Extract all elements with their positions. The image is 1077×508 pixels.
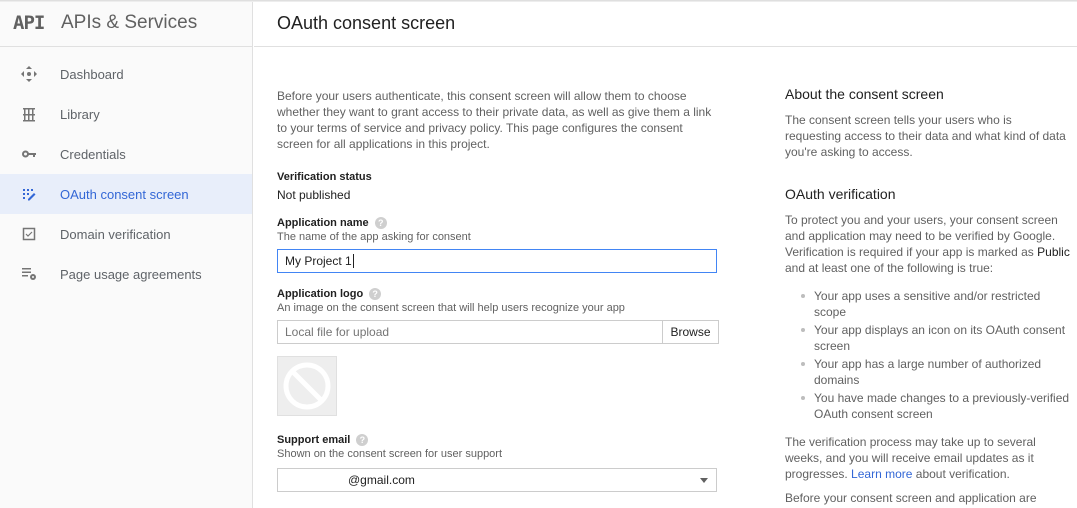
- text-cursor: [352, 254, 354, 268]
- sidebar-item-credentials[interactable]: Credentials: [0, 134, 252, 174]
- support-email-select[interactable]: @gmail.com: [277, 468, 717, 492]
- list-settings-icon: [0, 266, 60, 282]
- main-header: OAuth consent screen: [254, 0, 1077, 47]
- consent-icon: [0, 186, 60, 202]
- learn-more-link[interactable]: Learn more: [851, 467, 912, 481]
- consent-form: Before your users authenticate, this con…: [277, 88, 722, 492]
- logo-file-input[interactable]: Local file for upload: [277, 320, 663, 344]
- top-shadow: [0, 0, 1077, 2]
- verification-title: OAuth verification: [785, 186, 896, 202]
- help-icon[interactable]: ?: [369, 288, 382, 300]
- checkbox-icon: [0, 226, 60, 242]
- sidebar-item-oauth-consent-screen[interactable]: OAuth consent screen: [0, 174, 252, 214]
- application-name-value: My Project 1: [285, 254, 352, 268]
- support-email-value: @gmail.com: [348, 473, 415, 487]
- logo-preview: [277, 356, 337, 416]
- help-icon[interactable]: ?: [374, 217, 387, 229]
- sidebar-item-domain-verification[interactable]: Domain verification: [0, 214, 252, 254]
- about-title: About the consent screen: [785, 86, 944, 102]
- sidebar-item-label: Domain verification: [60, 226, 171, 242]
- public-emphasis: Public: [1037, 245, 1070, 259]
- support-email-label: Support email?: [277, 434, 722, 446]
- sidebar-item-label: Library: [60, 106, 100, 122]
- sidebar-item-label: Credentials: [60, 146, 126, 162]
- sidebar-item-label: Dashboard: [60, 66, 124, 82]
- sidebar-item-label: Page usage agreements: [60, 266, 202, 282]
- api-logo: API: [13, 12, 45, 34]
- info-panel: About the consent screen The consent scr…: [785, 86, 1070, 506]
- verification-criteria-list: Your app uses a sensitive and/or restric…: [785, 288, 1070, 422]
- support-email-section: Support email? Shown on the consent scre…: [277, 434, 722, 492]
- verification-status-value: Not published: [277, 188, 351, 202]
- sidebar-nav: Dashboard Library Credentials OAuth cons…: [0, 54, 252, 294]
- browse-button[interactable]: Browse: [663, 320, 719, 344]
- verification-text: To protect you and your users, your cons…: [785, 212, 1070, 276]
- list-item: Your app displays an icon on its OAuth c…: [801, 322, 1070, 354]
- logo-file-row: Local file for upload Browse: [277, 320, 719, 344]
- list-item: Your app has a large number of authorize…: [801, 356, 1070, 388]
- before-text: Before your consent screen and applicati…: [785, 491, 1037, 505]
- no-image-icon: [283, 362, 331, 410]
- application-logo-label-text: Application logo: [277, 288, 364, 300]
- support-email-label-text: Support email: [277, 434, 351, 446]
- list-item: Your app uses a sensitive and/or restric…: [801, 288, 1070, 320]
- sidebar-item-page-usage-agreements[interactable]: Page usage agreements: [0, 254, 252, 294]
- process-text: The verification process may take up to …: [785, 434, 1070, 482]
- sidebar-title: APIs & Services: [61, 12, 198, 33]
- verification-status-label-text: Verification status: [277, 171, 372, 183]
- verification-status-label: Verification status: [277, 171, 722, 183]
- application-name-label-text: Application name: [277, 217, 369, 229]
- key-icon: [0, 146, 60, 162]
- dashboard-icon: [0, 66, 60, 82]
- intro-text: Before your users authenticate, this con…: [277, 89, 712, 151]
- about-text: The consent screen tells your users who …: [785, 113, 1066, 159]
- application-logo-label: Application logo?: [277, 288, 722, 300]
- application-name-sub: The name of the app asking for consent: [277, 231, 471, 243]
- verification-text-2: and at least one of the following is tru…: [785, 261, 994, 275]
- support-email-sub: Shown on the consent screen for user sup…: [277, 448, 503, 460]
- sidebar: API APIs & Services Dashboard Library Cr…: [0, 0, 253, 508]
- page-title: OAuth consent screen: [277, 12, 456, 33]
- help-icon[interactable]: ?: [356, 434, 369, 446]
- sidebar-item-library[interactable]: Library: [0, 94, 252, 134]
- application-logo-sub: An image on the consent screen that will…: [277, 302, 625, 314]
- library-icon: [0, 106, 60, 122]
- verification-text-1: To protect you and your users, your cons…: [785, 213, 1058, 259]
- list-item: You have made changes to a previously-ve…: [801, 390, 1070, 422]
- application-name-label: Application name?: [277, 217, 722, 229]
- application-logo-section: Application logo? An image on the consen…: [277, 288, 722, 416]
- dropdown-arrow-icon: [700, 478, 708, 483]
- sidebar-item-label: OAuth consent screen: [60, 186, 189, 202]
- application-name-input[interactable]: My Project 1: [277, 249, 717, 273]
- sidebar-header: API APIs & Services: [0, 0, 252, 47]
- process-text-2: about verification.: [915, 467, 1010, 481]
- sidebar-item-dashboard[interactable]: Dashboard: [0, 54, 252, 94]
- verification-status-section: Verification status Not published: [277, 171, 722, 202]
- application-name-section: Application name? The name of the app as…: [277, 217, 722, 273]
